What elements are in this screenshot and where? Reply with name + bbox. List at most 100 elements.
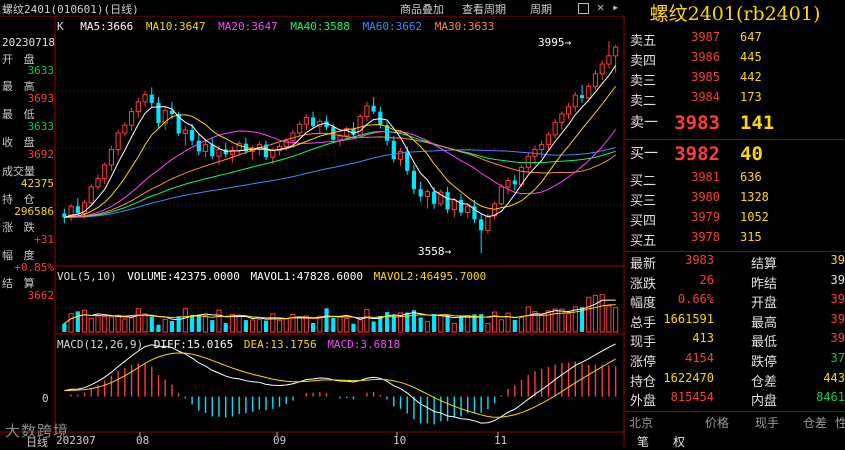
chart-area[interactable] (0, 0, 625, 448)
volume-bar-down (432, 314, 437, 332)
bid-row[interactable]: 买二 3981 636 (625, 170, 845, 190)
high-annotation: 3995→ (538, 36, 572, 49)
diff-line (64, 343, 616, 424)
candle-body-up (303, 116, 309, 125)
volume-bar-up (592, 294, 599, 333)
candle-body-up (297, 123, 303, 134)
ask-row[interactable]: 卖三 3985 442 (625, 70, 845, 90)
volume-bar-up (337, 315, 343, 333)
volume-bar-down (458, 317, 464, 332)
candle-body-up (613, 46, 619, 57)
orderbook-divider (625, 139, 845, 140)
low-annotation-text: 3558 (418, 245, 445, 258)
ask-price: 3987 (691, 30, 720, 44)
volume-bar-up (586, 296, 592, 333)
macd-header: MACD(12,26,9) DIFF:15.0165 DEA:13.1756 M… (57, 338, 400, 351)
candle-body-up (451, 199, 457, 211)
volume-bar-up (276, 319, 283, 333)
stat-value: 26 (699, 272, 714, 287)
stat-value: 39 (830, 292, 845, 307)
candle-body-up (525, 155, 531, 168)
tab-rights[interactable]: 权 (673, 433, 685, 450)
bid-price: 3982 (674, 143, 720, 165)
stat-value: 4154 (685, 351, 714, 365)
bid-row[interactable]: 买一 3982 40 (625, 143, 845, 165)
panel-tabs: 笔 权 (625, 432, 845, 450)
volume-bar-down (196, 314, 201, 332)
bid-price: 3979 (691, 210, 720, 224)
volume-bar-down (418, 317, 423, 332)
ask-label: 卖三 (630, 74, 657, 89)
candle-body-up (498, 186, 504, 205)
candle-body-up (337, 135, 343, 141)
candle-body-down (405, 151, 410, 171)
candle-body-down (190, 130, 195, 141)
tab-ticks[interactable]: 笔 (637, 433, 649, 450)
bid-label: 买五 (630, 234, 657, 249)
volume-header: VOL(5,10) VOLUME:42375.0000 MAVOL1:47828… (57, 270, 486, 283)
volume-bar-down (384, 312, 390, 332)
candle-body-up (95, 178, 101, 188)
ask-volume: 173 (740, 90, 762, 104)
ma5-value: MA5:3666 (80, 20, 134, 33)
volume-bar-down (75, 311, 80, 332)
quote-stat-row: 幅度 0.66% 开盘 39 (625, 292, 845, 311)
candle-body-down (210, 144, 215, 157)
high-value: 3693 (27, 92, 55, 105)
volume-bar-up (182, 308, 188, 333)
volume-bar-down (411, 310, 417, 332)
expand-icon[interactable]: ▸ (612, 0, 619, 14)
volume-bar-up (451, 322, 457, 333)
candle-body-up (592, 73, 599, 87)
ask-row[interactable]: 卖四 3986 445 (625, 50, 845, 70)
candle-body-down (75, 206, 80, 214)
volume-bar-up (142, 313, 148, 333)
stat-label: 内盘 (751, 394, 778, 410)
bid-row[interactable]: 买三 3980 1328 (625, 190, 845, 210)
volume-bar-up (270, 313, 276, 333)
ask-row[interactable]: 卖一 3983 141 (625, 112, 845, 134)
change-value: +31 (34, 233, 54, 246)
ask-row[interactable]: 卖五 3987 647 (625, 30, 845, 50)
volume-bar-down (243, 320, 248, 332)
tick-header-col: 性 (835, 416, 845, 430)
bid-row[interactable]: 买五 3978 315 (625, 230, 845, 250)
candle-body-up (599, 63, 605, 75)
mavol1-value: MAVOL1:47828.6000 (250, 270, 364, 283)
tick-header-col: 价格 (705, 416, 730, 430)
candle-body-up (115, 132, 121, 150)
ma40-value: MA40:3588 (290, 20, 350, 33)
volume-bar-up (122, 318, 128, 333)
candle-body-down (371, 105, 376, 112)
ask-row[interactable]: 卖二 3984 173 (625, 90, 845, 110)
candle-body-up (465, 205, 471, 214)
stat-value: 815454 (670, 390, 714, 405)
stat-label: 最高 (751, 315, 778, 331)
stat-value: 39 (830, 272, 845, 287)
stat-value: 8461 (816, 390, 845, 405)
close-icon[interactable]: ✕ (597, 0, 604, 14)
candle-body-down (156, 102, 161, 124)
bid-row[interactable]: 买四 3979 1052 (625, 210, 845, 230)
stat-label: 开盘 (751, 296, 778, 312)
period-button[interactable]: 周期 (530, 1, 552, 17)
ask-volume: 442 (740, 70, 762, 84)
candle-body-up (565, 106, 572, 115)
quote-stat-row: 外盘 815454 内盘 8461 (625, 390, 845, 409)
volume-bar-down (331, 318, 336, 332)
candle-body-up (424, 191, 430, 198)
square-icon[interactable] (578, 3, 589, 14)
stat-label: 总手 (630, 315, 657, 331)
ask-volume: 647 (740, 30, 762, 44)
candle-body-down (418, 189, 423, 197)
top-bar: 螺纹2401(010601)(日线) 商品叠加 查看周期 周期 ✕ ▸ (0, 0, 625, 16)
ask-price: 3984 (691, 90, 720, 104)
high-annotation-text: 3995 (538, 36, 565, 49)
candle-body-down (579, 95, 585, 99)
candle-body-up (586, 85, 592, 99)
overlay-commodity-button[interactable]: 商品叠加 (400, 1, 444, 17)
volume-bar-up (545, 310, 551, 333)
candle-body-up (545, 134, 551, 146)
view-period-button[interactable]: 查看周期 (462, 1, 506, 17)
stat-label: 最新 (630, 257, 657, 272)
